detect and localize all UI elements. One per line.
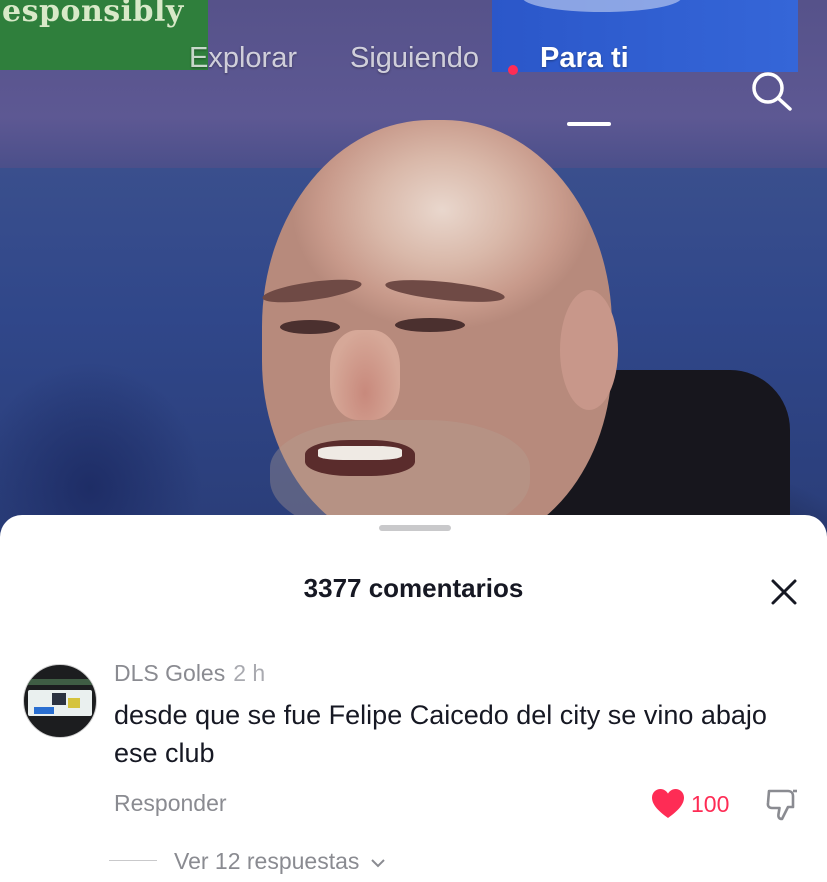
- comments-sheet: 3377 comentarios DLS Goles 2 h desde que …: [0, 515, 827, 882]
- replies-divider: [109, 860, 157, 861]
- avatar-detail: [52, 693, 66, 705]
- view-replies-button[interactable]: Ver 12 respuestas: [174, 848, 386, 875]
- thumbs-down-icon: [766, 789, 797, 821]
- person-eye-right: [395, 318, 465, 332]
- comment-author[interactable]: DLS Goles: [114, 660, 225, 686]
- comment-time: 2 h: [233, 660, 266, 686]
- dislike-button[interactable]: [764, 787, 802, 823]
- close-icon: [771, 579, 797, 605]
- view-replies-label: Ver 12 respuestas: [174, 848, 360, 874]
- avatar-detail-yellow: [68, 698, 80, 708]
- top-navigation: Explorar Siguiendo Para ti: [0, 30, 827, 126]
- comments-count-title: 3377 comentarios: [303, 573, 524, 603]
- sheet-drag-handle[interactable]: [379, 525, 451, 531]
- heart-icon: [652, 789, 684, 818]
- like-count: 100: [691, 791, 730, 817]
- ad-banner-text: esponsibly: [2, 0, 184, 29]
- avatar-detail-blue: [34, 707, 54, 714]
- tab-para-ti[interactable]: Para ti: [540, 42, 629, 75]
- close-button[interactable]: [766, 574, 802, 610]
- person-eye-left: [280, 320, 340, 334]
- tab-siguiendo[interactable]: Siguiendo: [350, 42, 479, 75]
- person-teeth: [318, 446, 402, 460]
- chevron-down-icon: [371, 859, 385, 868]
- notification-dot: [508, 65, 518, 75]
- search-icon: [752, 72, 792, 111]
- like-button[interactable]: 100: [651, 788, 743, 822]
- person-nose: [330, 330, 400, 420]
- person-ear: [560, 290, 618, 410]
- comment-header: DLS Goles 2 h: [114, 660, 265, 687]
- comment-text: desde que se fue Felipe Caicedo del city…: [114, 700, 767, 768]
- avatar-stripe: [24, 679, 96, 685]
- search-button[interactable]: [748, 69, 794, 113]
- active-tab-indicator: [567, 122, 611, 126]
- reply-button[interactable]: Responder: [114, 790, 227, 817]
- tab-explorar[interactable]: Explorar: [189, 42, 297, 75]
- avatar[interactable]: [23, 664, 97, 738]
- comment-item: DLS Goles 2 h desde que se fue Felipe Cai…: [0, 658, 827, 878]
